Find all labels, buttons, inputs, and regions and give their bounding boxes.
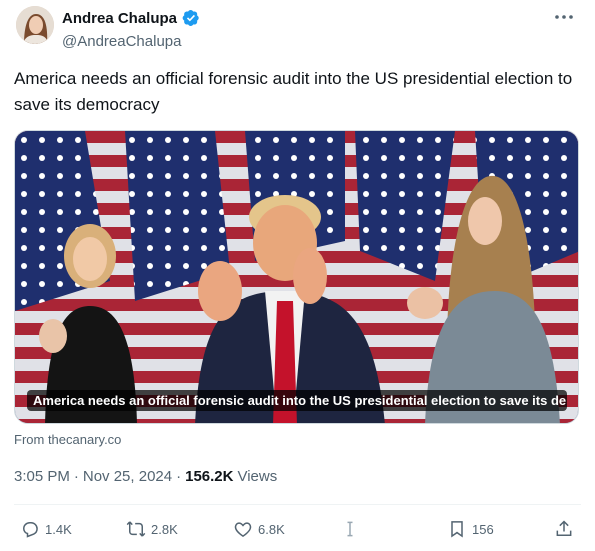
action-bar: 1.4K 2.8K 6.8K 156	[0, 514, 595, 544]
tweet-time[interactable]: 3:05 PM	[14, 468, 70, 485]
like-count: 6.8K	[258, 521, 285, 537]
share-icon	[556, 520, 572, 536]
like-icon	[234, 522, 252, 537]
bookmark-count: 156	[472, 521, 494, 537]
link-card[interactable]: America needs an official forensic audit…	[14, 130, 579, 424]
reply-icon	[22, 522, 38, 538]
card-source[interactable]: From thecanary.co	[14, 432, 121, 447]
share-button[interactable]	[554, 514, 574, 544]
avatar[interactable]	[16, 6, 54, 44]
views-label: Views	[237, 468, 278, 485]
views-count: 156.2K	[185, 468, 234, 485]
repost-count: 2.8K	[151, 521, 178, 537]
reply-button[interactable]: 1.4K	[20, 514, 72, 544]
verified-icon[interactable]	[182, 9, 200, 27]
meta-separator: ·	[176, 468, 182, 485]
author-display-name[interactable]: Andrea Chalupa	[62, 10, 177, 27]
avatar-image	[16, 6, 54, 44]
meta-separator: ·	[73, 468, 79, 485]
reply-count: 1.4K	[45, 521, 72, 537]
author-handle[interactable]: @AndreaChalupa	[62, 33, 181, 50]
divider	[14, 504, 581, 505]
like-button[interactable]: 6.8K	[233, 514, 285, 544]
repost-icon	[126, 521, 146, 537]
author-name-row: Andrea Chalupa	[62, 9, 200, 27]
card-caption: America needs an official forensic audit…	[27, 390, 567, 411]
bookmark-icon	[451, 521, 463, 538]
tweet-meta: 3:05 PM · Nov 25, 2024 · 156.2K Views	[14, 468, 277, 485]
more-icon[interactable]	[553, 10, 575, 24]
repost-button[interactable]: 2.8K	[126, 514, 178, 544]
analytics-icon	[347, 521, 353, 537]
tweet-date[interactable]: Nov 25, 2024	[83, 468, 172, 485]
bookmark-button[interactable]: 156	[447, 514, 494, 544]
analytics-button[interactable]	[340, 514, 360, 544]
tweet-text: America needs an official forensic audit…	[14, 69, 573, 114]
card-photo	[15, 131, 578, 423]
